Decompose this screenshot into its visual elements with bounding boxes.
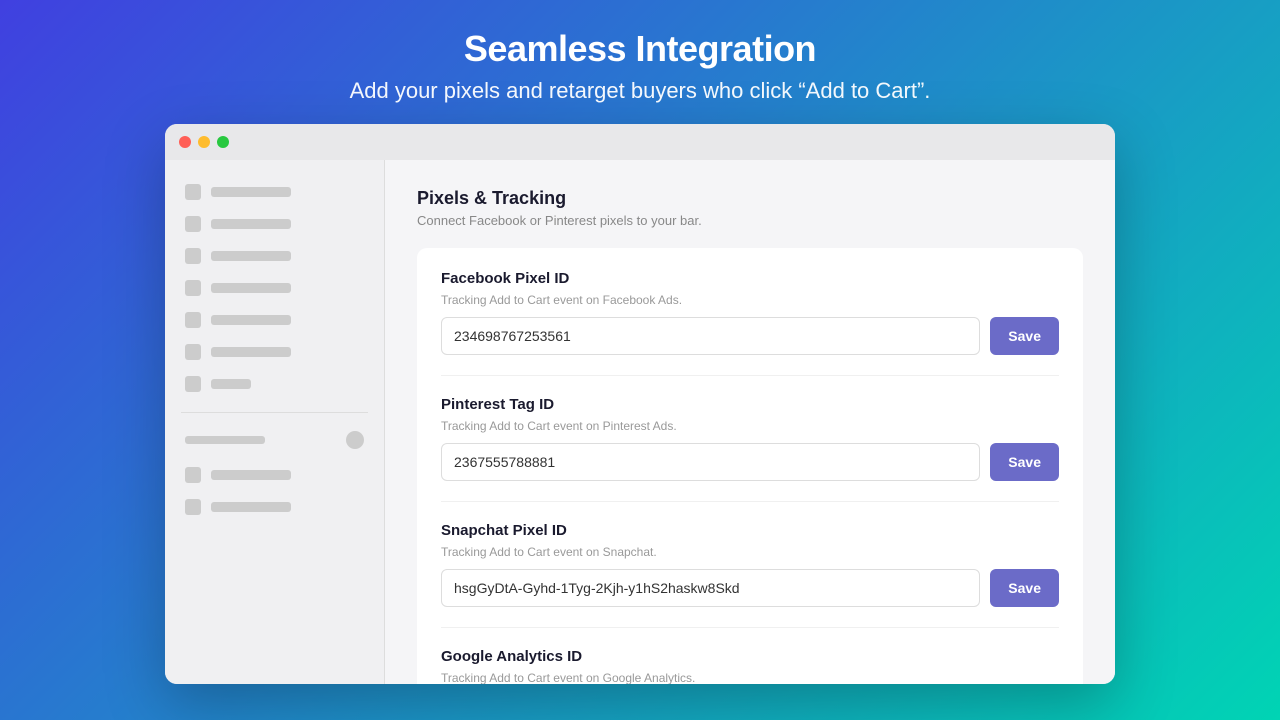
sidebar-item-apps[interactable] <box>165 368 384 400</box>
sidebar-item-point-of-sale[interactable] <box>165 491 384 523</box>
pinterest-tag-input[interactable] <box>441 443 980 481</box>
pinterest-field-desc: Tracking Add to Cart event on Pinterest … <box>441 419 1059 433</box>
apps-icon <box>185 376 201 392</box>
facebook-pixel-input[interactable] <box>441 317 980 355</box>
sidebar-item-orders[interactable] <box>165 208 384 240</box>
sidebar-customers-label <box>211 283 291 293</box>
snapchat-field-group: Snapchat Pixel ID Tracking Add to Cart e… <box>441 522 1059 607</box>
pinterest-field-group: Pinterest Tag ID Tracking Add to Cart ev… <box>441 396 1059 481</box>
sidebar-pos-label <box>211 502 291 512</box>
hero-subtitle: Add your pixels and retarget buyers who … <box>350 78 931 104</box>
sidebar-item-discounts[interactable] <box>165 336 384 368</box>
snapchat-field-label: Snapchat Pixel ID <box>441 522 1059 539</box>
facebook-field-label: Facebook Pixel ID <box>441 270 1059 287</box>
sidebar-item-products[interactable] <box>165 240 384 272</box>
sidebar <box>165 160 385 684</box>
tracking-card: Facebook Pixel ID Tracking Add to Cart e… <box>417 248 1083 684</box>
online-store-icon <box>185 467 201 483</box>
analytics-icon <box>185 312 201 328</box>
facebook-field-desc: Tracking Add to Cart event on Facebook A… <box>441 293 1059 307</box>
point-of-sale-icon <box>185 499 201 515</box>
close-dot[interactable] <box>179 136 191 148</box>
pinterest-save-button[interactable]: Save <box>990 443 1059 481</box>
sidebar-item-analytics[interactable] <box>165 304 384 336</box>
sidebar-analytics-label <box>211 315 291 325</box>
facebook-field-group: Facebook Pixel ID Tracking Add to Cart e… <box>441 270 1059 355</box>
sidebar-orders-label <box>211 219 291 229</box>
sidebar-divider <box>181 412 368 413</box>
minimize-dot[interactable] <box>198 136 210 148</box>
products-icon <box>185 248 201 264</box>
maximize-dot[interactable] <box>217 136 229 148</box>
sidebar-section-label <box>185 436 265 444</box>
app-window: Pixels & Tracking Connect Facebook or Pi… <box>165 124 1115 684</box>
facebook-save-button[interactable]: Save <box>990 317 1059 355</box>
sidebar-item-home[interactable] <box>165 176 384 208</box>
snapchat-save-button[interactable]: Save <box>990 569 1059 607</box>
sidebar-section-icon[interactable] <box>346 431 364 449</box>
window-body: Pixels & Tracking Connect Facebook or Pi… <box>165 160 1115 684</box>
sidebar-products-label <box>211 251 291 261</box>
sidebar-discounts-label <box>211 347 291 357</box>
sidebar-apps-label <box>211 379 251 389</box>
titlebar <box>165 124 1115 160</box>
sidebar-item-online-store[interactable] <box>165 459 384 491</box>
main-content: Pixels & Tracking Connect Facebook or Pi… <box>385 160 1115 684</box>
hero-title: Seamless Integration <box>350 28 931 70</box>
sidebar-home-label <box>211 187 291 197</box>
discounts-icon <box>185 344 201 360</box>
divider-1 <box>441 375 1059 376</box>
hero-section: Seamless Integration Add your pixels and… <box>330 0 951 124</box>
section-title: Pixels & Tracking <box>417 188 1083 209</box>
customers-icon <box>185 280 201 296</box>
sidebar-online-store-label <box>211 470 291 480</box>
pinterest-field-row: Save <box>441 443 1059 481</box>
sidebar-item-customers[interactable] <box>165 272 384 304</box>
section-subtitle: Connect Facebook or Pinterest pixels to … <box>417 213 1083 228</box>
divider-3 <box>441 627 1059 628</box>
google-field-desc: Tracking Add to Cart event on Google Ana… <box>441 671 1059 684</box>
facebook-field-row: Save <box>441 317 1059 355</box>
divider-2 <box>441 501 1059 502</box>
sidebar-section-header <box>165 425 384 455</box>
snapchat-field-row: Save <box>441 569 1059 607</box>
google-field-label: Google Analytics ID <box>441 648 1059 665</box>
google-field-group: Google Analytics ID Tracking Add to Cart… <box>441 648 1059 684</box>
pinterest-field-label: Pinterest Tag ID <box>441 396 1059 413</box>
snapchat-pixel-input[interactable] <box>441 569 980 607</box>
orders-icon <box>185 216 201 232</box>
snapchat-field-desc: Tracking Add to Cart event on Snapchat. <box>441 545 1059 559</box>
home-icon <box>185 184 201 200</box>
